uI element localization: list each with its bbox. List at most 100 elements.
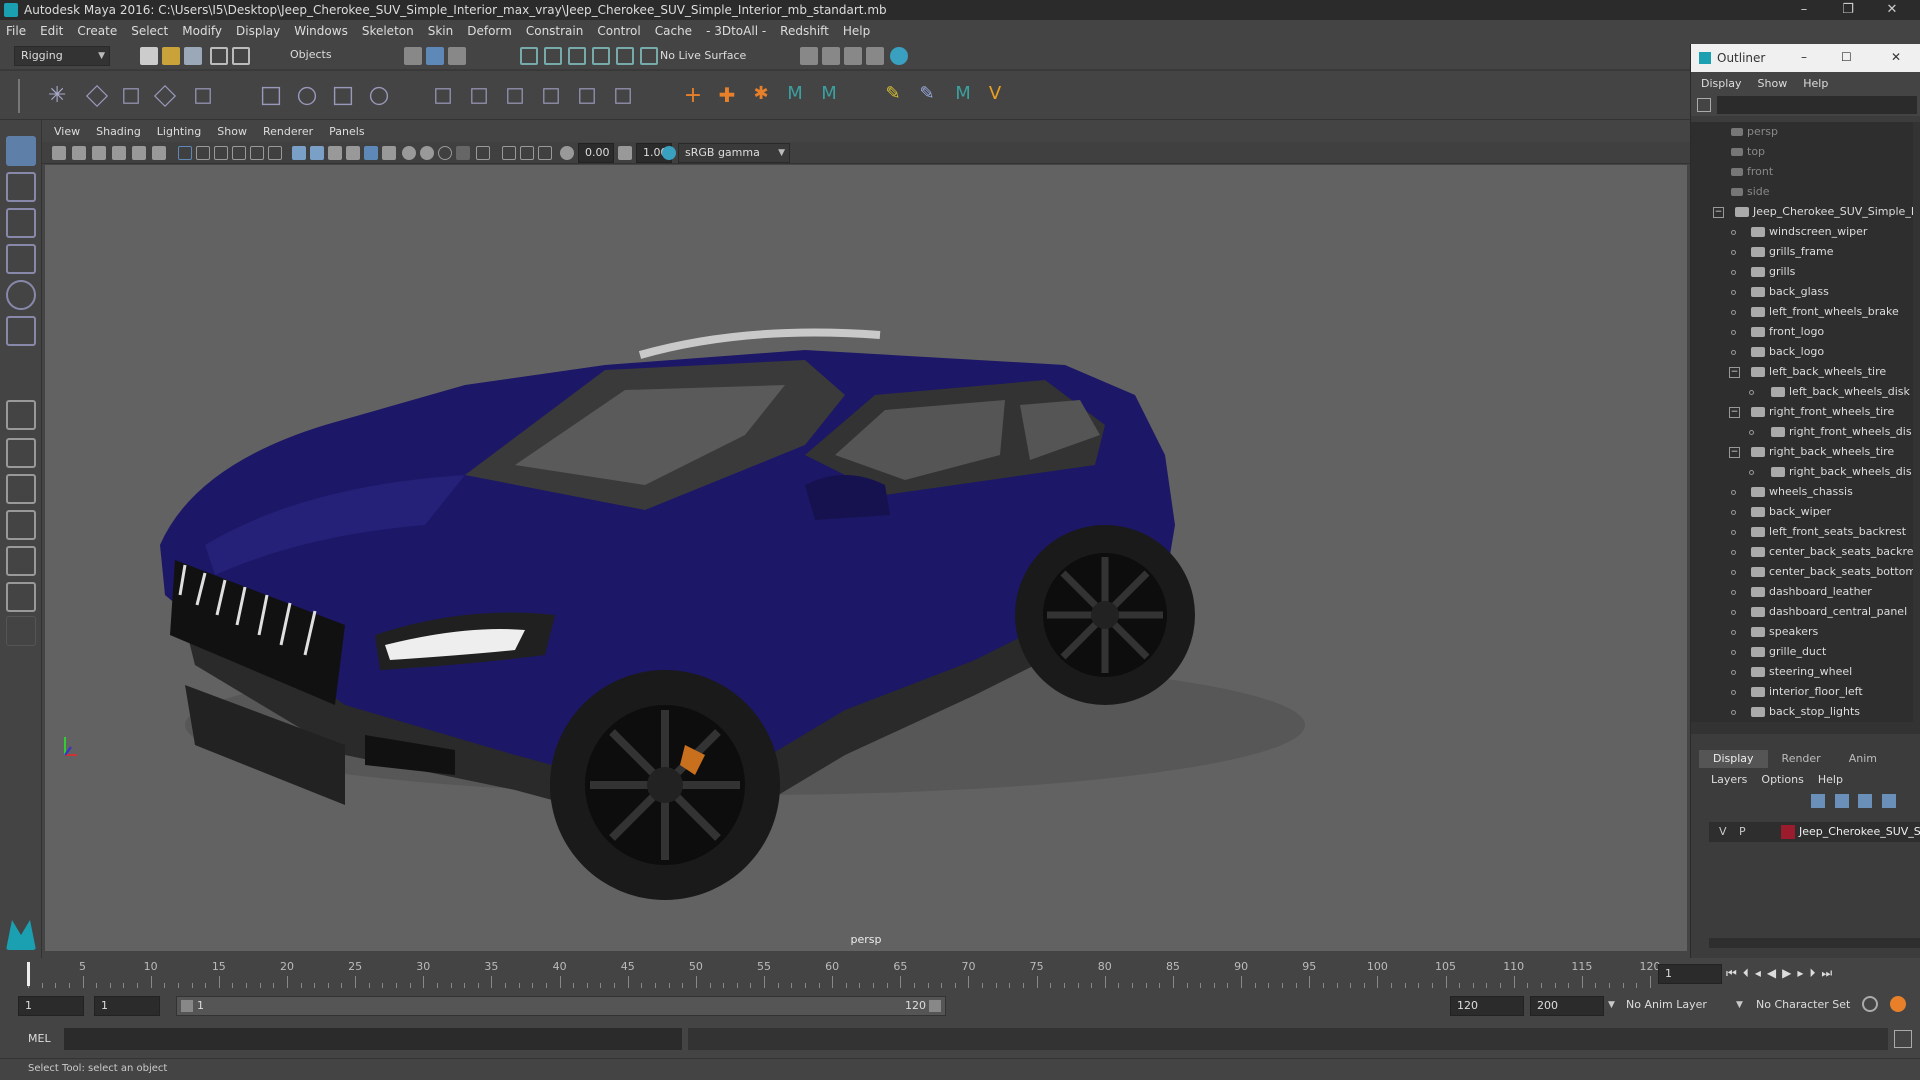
range-end-handle[interactable]	[929, 1000, 941, 1012]
menu-modify[interactable]: Modify	[182, 24, 222, 38]
menu-3dtoall[interactable]: - 3DtoAll -	[706, 24, 766, 38]
color-space-dropdown[interactable]: sRGB gamma ▼	[678, 143, 790, 163]
paint-weights-icon[interactable]: ✎	[880, 83, 906, 109]
gate-mask-icon[interactable]	[232, 146, 246, 160]
select-component-icon[interactable]	[448, 47, 466, 65]
menu-cache[interactable]: Cache	[655, 24, 692, 38]
outliner-item[interactable]: − right_back_wheels_tire	[1691, 442, 1913, 462]
shadows-icon[interactable]	[420, 146, 434, 160]
chevron-down-icon[interactable]: ▼	[1736, 1000, 1743, 1010]
new-scene-icon[interactable]	[140, 47, 158, 65]
outliner-item[interactable]: − left_back_wheels_tire	[1691, 362, 1913, 382]
menu-create[interactable]: Create	[77, 24, 117, 38]
backface-culling-icon[interactable]	[538, 146, 552, 160]
move-tool-icon[interactable]	[6, 244, 36, 274]
move-layer-up-icon[interactable]	[1811, 794, 1825, 808]
outliner-item[interactable]: right_back_wheels_dis	[1691, 462, 1913, 482]
hik-icon[interactable]: M	[950, 83, 976, 109]
xray-active-icon[interactable]	[520, 146, 534, 160]
bookmark-icon[interactable]	[92, 146, 106, 160]
range-slider[interactable]: 1 120	[176, 996, 946, 1016]
point-constraint-icon[interactable]: ✚	[714, 83, 740, 109]
live-surface-label[interactable]: No Live Surface	[660, 49, 746, 62]
render-view-icon[interactable]	[866, 47, 884, 65]
camera-select-icon[interactable]	[52, 146, 66, 160]
persp-outliner-layout-icon[interactable]	[6, 474, 36, 504]
snap-grid-icon[interactable]	[520, 47, 538, 65]
select-hierarchy-icon[interactable]	[404, 47, 422, 65]
outliner-menu-display[interactable]: Display	[1701, 77, 1742, 90]
outliner-item[interactable]: speakers	[1691, 622, 1913, 642]
selection-mode-dropdown[interactable]: Objects	[284, 46, 380, 66]
outliner-item[interactable]: − right_front_wheels_tire	[1691, 402, 1913, 422]
ipr-render-icon[interactable]	[844, 47, 862, 65]
gamma-icon[interactable]	[618, 146, 632, 160]
collapse-icon[interactable]: −	[1729, 367, 1740, 378]
bind-skin-icon[interactable]	[261, 86, 281, 106]
rotate-tool-icon[interactable]	[6, 280, 36, 310]
collapse-icon[interactable]: −	[1729, 447, 1740, 458]
menu-help[interactable]: Help	[843, 24, 870, 38]
exposure-icon[interactable]	[560, 146, 574, 160]
outliner-item[interactable]: windscreen_wiper	[1691, 222, 1913, 242]
persp-graph-layout-icon[interactable]	[6, 510, 36, 540]
xray-icon[interactable]	[364, 146, 378, 160]
persp-hypershade-layout-icon[interactable]	[6, 546, 36, 576]
vp-menu-shading[interactable]: Shading	[96, 125, 141, 138]
xray-joints-icon[interactable]	[502, 146, 516, 160]
outliner-item[interactable]: persp	[1691, 122, 1913, 142]
outliner-item[interactable]: grille_duct	[1691, 642, 1913, 662]
outliner-item[interactable]: top	[1691, 142, 1913, 162]
outliner-minimize-icon[interactable]: –	[1801, 50, 1807, 64]
vp-menu-lighting[interactable]: Lighting	[157, 125, 201, 138]
range-start-handle[interactable]	[181, 1000, 193, 1012]
ik-handle-icon[interactable]	[85, 84, 109, 108]
set-driven-key-icon[interactable]: ✎	[914, 83, 940, 109]
outliner-item[interactable]: front_logo	[1691, 322, 1913, 342]
menu-redshift[interactable]: Redshift	[780, 24, 829, 38]
vp-menu-panels[interactable]: Panels	[329, 125, 364, 138]
grease-pencil-icon[interactable]	[152, 146, 166, 160]
hypershade-icon[interactable]	[890, 47, 908, 65]
vp-menu-renderer[interactable]: Renderer	[263, 125, 313, 138]
outliner-item[interactable]: right_front_wheels_dis	[1691, 422, 1913, 442]
command-input[interactable]	[64, 1028, 682, 1050]
layer-visibility-toggle[interactable]: V	[1719, 822, 1727, 842]
step-forward-frame-icon[interactable]: ▸	[1797, 966, 1803, 984]
layer-playback-toggle[interactable]: P	[1739, 822, 1746, 842]
select-tool-icon[interactable]	[6, 136, 36, 166]
2d-pan-zoom-icon[interactable]	[132, 146, 146, 160]
outliner-maximize-icon[interactable]: ☐	[1841, 50, 1852, 64]
menu-file[interactable]: File	[6, 24, 26, 38]
wireframe-on-shaded-icon[interactable]	[346, 146, 360, 160]
script-editor-icon[interactable]	[1894, 1030, 1912, 1048]
auto-key-icon[interactable]	[1862, 996, 1878, 1012]
character-set-dropdown[interactable]: No Character Set	[1756, 998, 1850, 1011]
film-gate-icon[interactable]	[196, 146, 210, 160]
menu-windows[interactable]: Windows	[294, 24, 348, 38]
menuset-dropdown[interactable]: Rigging ▼	[14, 46, 110, 66]
filter-icon[interactable]	[1697, 98, 1711, 112]
outliner-item[interactable]: left_front_seats_backrest	[1691, 522, 1913, 542]
paint-select-tool-icon[interactable]	[6, 208, 36, 238]
wireframe-icon[interactable]	[292, 146, 306, 160]
animation-preferences-icon[interactable]	[1890, 996, 1906, 1012]
current-frame-field[interactable]: 1	[1658, 964, 1722, 984]
outliner-item[interactable]: back_wiper	[1691, 502, 1913, 522]
image-plane-icon[interactable]	[112, 146, 126, 160]
tab-anim[interactable]: Anim	[1835, 750, 1891, 768]
vp-menu-show[interactable]: Show	[217, 125, 247, 138]
menu-edit[interactable]: Edit	[40, 24, 63, 38]
end-time-field[interactable]: 200	[1530, 996, 1604, 1016]
layer-scrollbar[interactable]	[1709, 938, 1920, 948]
wire-deformer-icon[interactable]	[579, 88, 595, 104]
snap-view-icon[interactable]	[592, 47, 610, 65]
camera-attributes-icon[interactable]	[72, 146, 86, 160]
tab-render[interactable]: Render	[1768, 750, 1835, 768]
outliner-item[interactable]: back_glass	[1691, 282, 1913, 302]
outliner-vertical-scrollbar[interactable]	[1913, 122, 1920, 722]
vp-menu-view[interactable]: View	[54, 125, 80, 138]
move-layer-down-icon[interactable]	[1834, 794, 1849, 808]
undo-icon[interactable]	[210, 47, 228, 65]
mirror-joint-icon[interactable]	[195, 88, 211, 104]
